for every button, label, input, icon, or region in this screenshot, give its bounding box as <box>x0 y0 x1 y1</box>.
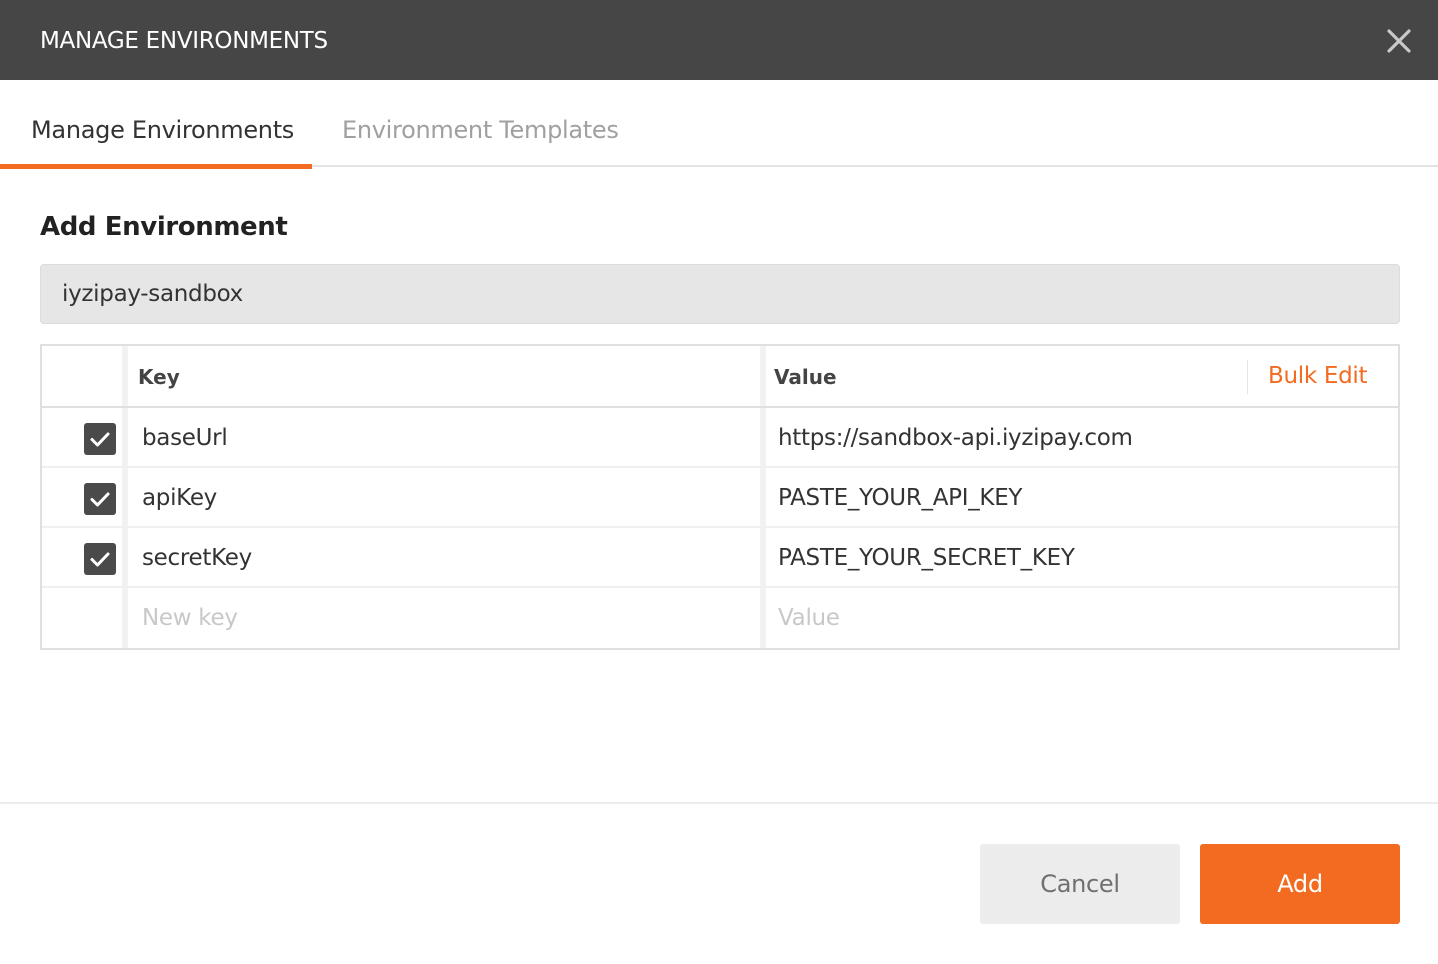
row-value[interactable]: https://sandbox-api.iyzipay.com <box>778 408 1133 468</box>
column-divider <box>760 346 766 406</box>
value-column-header: Value <box>774 365 837 389</box>
checkmark-icon <box>90 492 110 507</box>
row-enabled-checkbox[interactable] <box>84 483 116 515</box>
close-icon[interactable] <box>1380 22 1418 60</box>
new-variable-row: New key Value <box>42 588 1398 648</box>
bulk-edit-link[interactable]: Bulk Edit <box>1268 346 1368 406</box>
column-divider <box>760 408 766 468</box>
row-key[interactable]: baseUrl <box>142 408 228 468</box>
section-heading: Add Environment <box>40 212 288 242</box>
row-enabled-checkbox[interactable] <box>84 423 116 455</box>
add-button[interactable]: Add <box>1200 844 1400 924</box>
dialog-titlebar: MANAGE ENVIRONMENTS <box>0 0 1438 80</box>
column-divider <box>122 468 128 528</box>
table-row: apiKey PASTE_YOUR_API_KEY <box>42 468 1398 528</box>
cancel-button[interactable]: Cancel <box>980 844 1180 924</box>
row-key[interactable]: secretKey <box>142 528 252 588</box>
column-divider <box>760 468 766 528</box>
tab-label: Environment Templates <box>342 116 619 144</box>
row-key[interactable]: apiKey <box>142 468 217 528</box>
column-divider <box>760 528 766 588</box>
environment-name-input[interactable] <box>40 264 1400 324</box>
new-key-input[interactable]: New key <box>142 588 238 648</box>
new-value-input[interactable]: Value <box>778 588 840 648</box>
divider <box>1247 360 1248 394</box>
table-header: Key Value Bulk Edit <box>42 346 1398 408</box>
tab-environment-templates[interactable]: Environment Templates <box>342 80 619 167</box>
checkmark-icon <box>90 552 110 567</box>
column-divider <box>122 588 128 648</box>
row-enabled-checkbox[interactable] <box>84 543 116 575</box>
variables-table: Key Value Bulk Edit baseUrl https://sand… <box>40 344 1400 650</box>
key-column-header: Key <box>138 365 180 389</box>
tab-bar: Manage Environments Environment Template… <box>0 80 1438 169</box>
column-divider <box>122 528 128 588</box>
checkmark-icon <box>90 432 110 447</box>
table-row: secretKey PASTE_YOUR_SECRET_KEY <box>42 528 1398 588</box>
row-value[interactable]: PASTE_YOUR_API_KEY <box>778 468 1022 528</box>
column-divider <box>122 408 128 468</box>
footer-divider <box>0 802 1438 804</box>
tab-manage-environments[interactable]: Manage Environments <box>0 80 312 169</box>
active-tab-indicator <box>0 164 312 169</box>
table-row: baseUrl https://sandbox-api.iyzipay.com <box>42 408 1398 468</box>
dialog-title: MANAGE ENVIRONMENTS <box>40 28 328 54</box>
tab-label: Manage Environments <box>31 116 295 144</box>
column-divider <box>760 588 766 648</box>
column-divider <box>122 346 128 406</box>
row-value[interactable]: PASTE_YOUR_SECRET_KEY <box>778 528 1075 588</box>
